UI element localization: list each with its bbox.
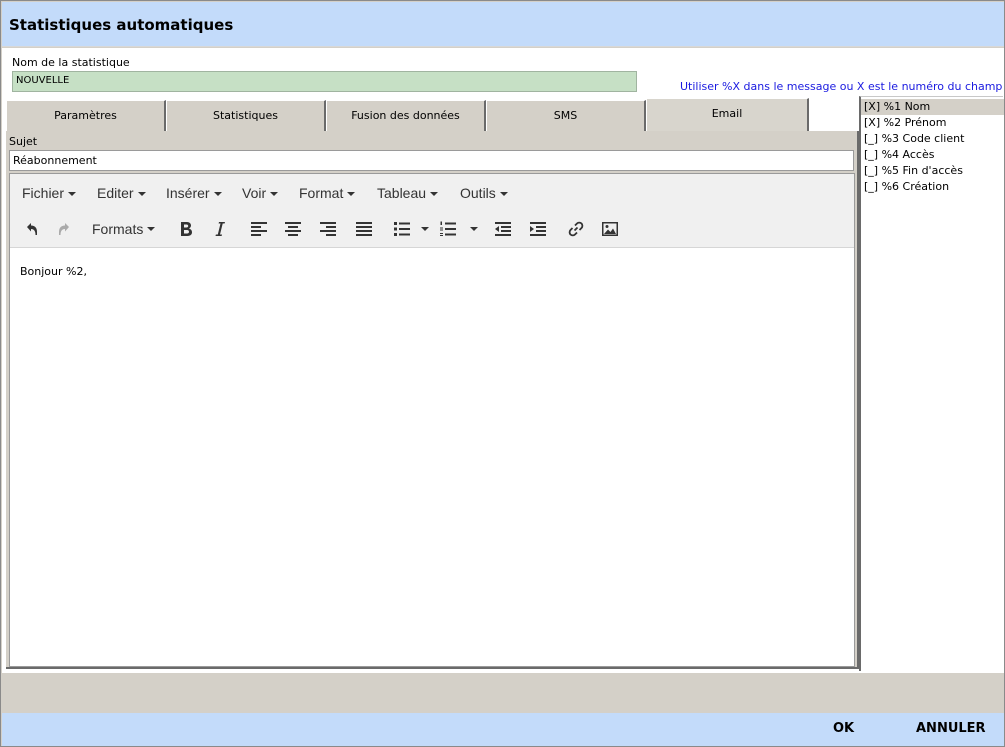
menu-voir-label: Voir — [242, 185, 267, 201]
align-center-icon — [285, 222, 301, 236]
ok-button[interactable]: OK — [833, 721, 854, 736]
numbered-list-button[interactable] — [435, 218, 461, 240]
italic-icon — [215, 222, 225, 236]
menu-fichier[interactable]: Fichier — [22, 185, 77, 201]
image-icon — [602, 222, 618, 236]
caret-down-icon — [430, 192, 439, 197]
bullet-list-icon — [394, 222, 410, 236]
subject-input[interactable]: Réabonnement — [9, 150, 854, 171]
numbered-list-icon — [440, 221, 456, 236]
editor-content-area[interactable]: Bonjour %2, — [10, 249, 854, 666]
outdent-button[interactable] — [490, 218, 516, 240]
caret-down-icon — [470, 227, 478, 231]
align-right-icon — [320, 222, 336, 236]
formats-label: Formats — [92, 221, 144, 237]
menu-tableau-label: Tableau — [377, 185, 427, 201]
menu-format[interactable]: Format — [299, 185, 356, 201]
dialog-window: Statistiques automatiques Nom de la stat… — [0, 0, 1005, 747]
menu-outils-label: Outils — [460, 185, 496, 201]
caret-down-icon — [421, 227, 429, 231]
justify-button[interactable] — [351, 218, 377, 240]
field-item-fin-acces[interactable]: [_] %5 Fin d'accès — [861, 163, 1004, 179]
title-bar: Statistiques automatiques — [2, 2, 1004, 47]
field-item-nom[interactable]: [X] %1 Nom — [861, 99, 1004, 115]
menu-outils[interactable]: Outils — [460, 185, 508, 201]
field-item-prenom[interactable]: [X] %2 Prénom — [861, 115, 1004, 131]
menu-editer[interactable]: Editer — [97, 185, 146, 201]
email-body-paragraph: Bonjour %2, — [20, 265, 87, 278]
status-bar — [2, 672, 1004, 713]
caret-down-icon — [147, 227, 156, 231]
caret-down-icon — [68, 192, 77, 197]
undo-button[interactable] — [18, 218, 44, 240]
indent-icon — [530, 222, 546, 236]
statistic-name-label: Nom de la statistique — [12, 56, 130, 69]
bullet-list-button[interactable] — [389, 218, 415, 240]
dialog-content: Nom de la statistique NOUVELLE Utiliser … — [2, 48, 1004, 672]
field-item-creation[interactable]: [_] %6 Création — [861, 179, 1004, 195]
menu-tableau[interactable]: Tableau — [377, 185, 439, 201]
field-item-acces[interactable]: [_] %4 Accès — [861, 147, 1004, 163]
field-hint-text: Utiliser %X dans le message ou X est le … — [680, 80, 1003, 93]
menu-inserer-label: Insérer — [166, 185, 210, 201]
undo-icon — [27, 223, 37, 235]
justify-icon — [356, 222, 372, 236]
tab-sms[interactable]: SMS — [486, 100, 646, 132]
menu-editer-label: Editer — [97, 185, 134, 201]
redo-icon — [59, 223, 69, 235]
email-panel: Sujet Réabonnement Fichier Editer Insére… — [6, 131, 859, 669]
numbered-list-dropdown[interactable] — [465, 218, 479, 240]
caret-down-icon — [213, 192, 222, 197]
link-button[interactable] — [563, 218, 589, 240]
window-title: Statistiques automatiques — [9, 16, 234, 34]
menu-inserer[interactable]: Insérer — [166, 185, 222, 201]
caret-down-icon — [347, 192, 356, 197]
image-button[interactable] — [597, 218, 623, 240]
tab-email[interactable]: Email — [646, 98, 809, 132]
bold-icon — [181, 222, 192, 236]
outdent-icon — [495, 222, 511, 236]
menu-fichier-label: Fichier — [22, 185, 65, 201]
formats-dropdown[interactable]: Formats — [92, 218, 162, 240]
caret-down-icon — [270, 192, 279, 197]
menu-format-label: Format — [299, 185, 344, 201]
caret-down-icon — [137, 192, 146, 197]
tab-bar: Paramètres Statistiques Fusion des donné… — [6, 98, 858, 132]
align-left-icon — [251, 222, 267, 236]
field-item-code-client[interactable]: [_] %3 Code client — [861, 131, 1004, 147]
editor-toolbar: Formats — [10, 210, 854, 248]
align-center-button[interactable] — [280, 218, 306, 240]
tab-parametres[interactable]: Paramètres — [6, 100, 166, 132]
tab-fusion-donnees[interactable]: Fusion des données — [326, 100, 486, 132]
footer-bar: OK ANNULER — [2, 713, 1004, 746]
tab-statistiques[interactable]: Statistiques — [166, 100, 326, 132]
align-left-button[interactable] — [246, 218, 272, 240]
link-icon — [568, 221, 584, 237]
menu-voir[interactable]: Voir — [242, 185, 279, 201]
align-right-button[interactable] — [315, 218, 341, 240]
indent-button[interactable] — [525, 218, 551, 240]
redo-button[interactable] — [52, 218, 78, 240]
cancel-button[interactable]: ANNULER — [916, 721, 986, 736]
editor-menubar: Fichier Editer Insérer Voir Format Table… — [10, 174, 854, 210]
statistic-name-input[interactable]: NOUVELLE — [12, 71, 637, 92]
fields-list: [X] %1 Nom [X] %2 Prénom [_] %3 Code cli… — [859, 96, 1004, 671]
subject-label: Sujet — [9, 135, 38, 148]
bold-button[interactable] — [173, 218, 199, 240]
rich-text-editor: Fichier Editer Insérer Voir Format Table… — [9, 173, 855, 667]
caret-down-icon — [499, 192, 508, 197]
bullet-list-dropdown[interactable] — [416, 218, 430, 240]
italic-button[interactable] — [207, 218, 233, 240]
